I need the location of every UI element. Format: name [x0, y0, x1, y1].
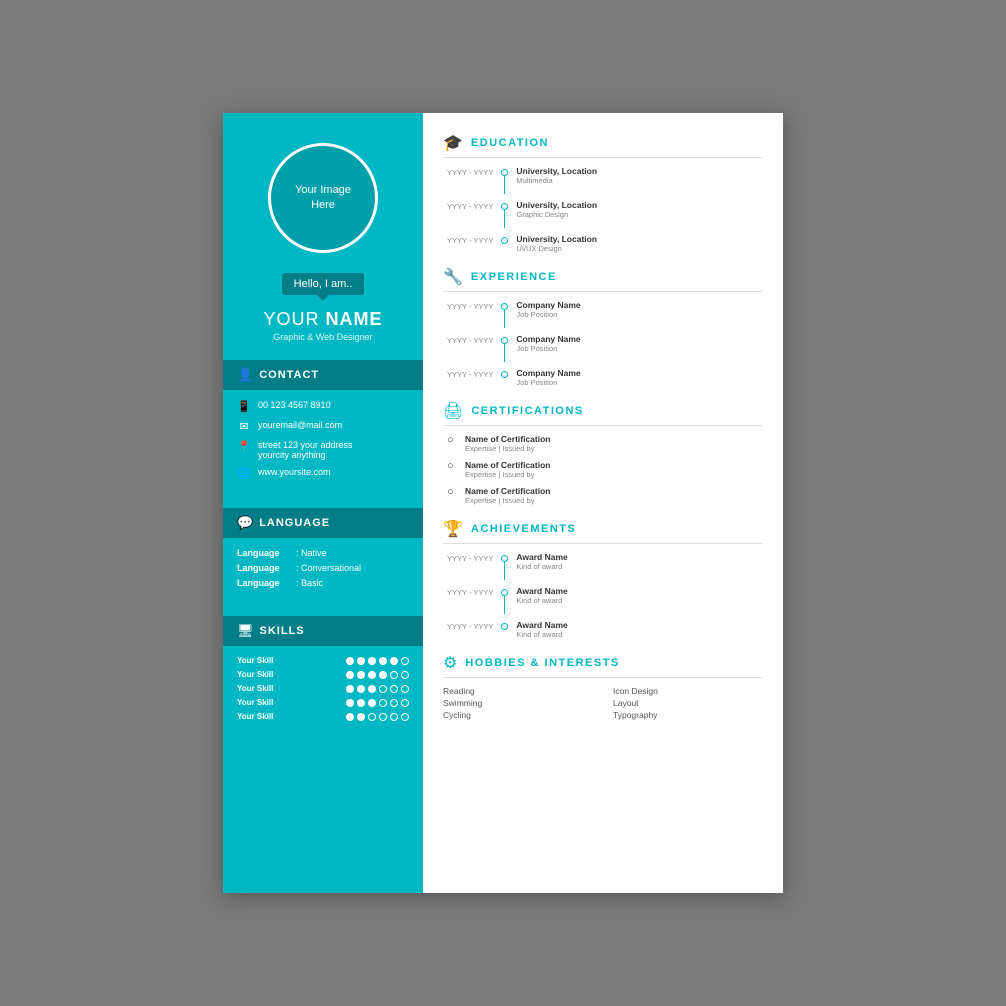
language-header: 💬 LANGUAGE — [223, 508, 423, 538]
name-first: YOUR — [263, 309, 325, 329]
skill-row-1: Your Skill — [237, 656, 409, 665]
hobbies-header: ⚙ HOBBIES & INTERESTS — [443, 653, 763, 673]
skills-items: Your Skill Your Skill Your Skill Your Sk… — [223, 646, 423, 731]
left-column: Your Image Here Hello, I am.. YOUR NAME … — [223, 113, 423, 893]
experience-icon: 🔧 — [443, 267, 463, 287]
skill-dots-3 — [346, 685, 409, 693]
skill-dots-5 — [346, 713, 409, 721]
ach-item-2: YYYY - YYYY Award Name Kind of award — [447, 586, 763, 614]
edu-item-2: YYYY - YYYY University, Location Graphic… — [447, 200, 763, 228]
skill-row-5: Your Skill — [237, 712, 409, 721]
hobbies-divider — [443, 677, 763, 678]
edu-item-1: YYYY - YYYY University, Location Multime… — [447, 166, 763, 194]
achievements-icon: 🏆 — [443, 519, 463, 539]
skill-row-2: Your Skill — [237, 670, 409, 679]
hobby-1: Reading — [443, 686, 593, 696]
achievements-section: 🏆 ACHIEVEMENTS YYYY - YYYY Award Name Ki… — [443, 519, 763, 639]
exp-item-1: YYYY - YYYY Company Name Job Position — [447, 300, 763, 328]
education-icon: 🎓 — [443, 133, 463, 153]
language-icon: 💬 — [237, 515, 253, 531]
location-icon: 📍 — [237, 440, 251, 453]
language-label: LANGUAGE — [259, 517, 330, 529]
contact-header: 👤 CONTACT — [223, 360, 423, 390]
ach-item-1: YYYY - YYYY Award Name Kind of award — [447, 552, 763, 580]
certifications-header: 🖨 CERTIFICATIONS — [443, 401, 763, 421]
certifications-title: CERTIFICATIONS — [471, 405, 583, 417]
contact-label: CONTACT — [259, 369, 319, 381]
experience-section: 🔧 EXPERIENCE YYYY - YYYY Company Name Jo… — [443, 267, 763, 387]
web-icon: 🌐 — [237, 467, 251, 480]
hobbies-items: Reading Icon Design Swimming Layout Cycl… — [443, 686, 763, 720]
resume: Your Image Here Hello, I am.. YOUR NAME … — [223, 113, 783, 893]
experience-header: 🔧 EXPERIENCE — [443, 267, 763, 287]
lang-item-2: Language : Conversational — [237, 563, 409, 573]
skill-row-3: Your Skill — [237, 684, 409, 693]
cert-item-1: ○ Name of Certification Expertise | Issu… — [447, 434, 763, 453]
contact-address: 📍 street 123 your addressyourcity anythi… — [237, 440, 409, 460]
contact-website: 🌐 www.yoursite.com — [237, 467, 409, 480]
hobbies-section: ⚙ HOBBIES & INTERESTS Reading Icon Desig… — [443, 653, 763, 720]
lang-item-1: Language : Native — [237, 548, 409, 558]
achievements-header: 🏆 ACHIEVEMENTS — [443, 519, 763, 539]
hobbies-icon: ⚙ — [443, 653, 457, 673]
name-display: YOUR NAME — [263, 309, 382, 330]
language-items: Language : Native Language : Conversatio… — [223, 538, 423, 598]
name-last: NAME — [326, 309, 383, 329]
name-area: YOUR NAME Graphic & Web Designer — [263, 309, 382, 342]
cert-item-3: ○ Name of Certification Expertise | Issu… — [447, 486, 763, 505]
experience-divider — [443, 291, 763, 292]
hobbies-title: HOBBIES & INTERESTS — [465, 657, 619, 669]
hobby-3: Cycling — [443, 710, 593, 720]
achievements-divider — [443, 543, 763, 544]
hello-bubble: Hello, I am.. — [282, 273, 365, 295]
certifications-divider — [443, 425, 763, 426]
ach-item-3: YYYY - YYYY Award Name Kind of award — [447, 620, 763, 639]
photo-text: Your Image Here — [295, 183, 351, 214]
education-divider — [443, 157, 763, 158]
contact-phone: 📱 00 123 4567 8910 — [237, 400, 409, 413]
cert-item-2: ○ Name of Certification Expertise | Issu… — [447, 460, 763, 479]
edu-item-3: YYYY - YYYY University, Location UI/UX D… — [447, 234, 763, 253]
cert-items: ○ Name of Certification Expertise | Issu… — [443, 434, 763, 505]
photo-area: Your Image Here — [268, 143, 378, 253]
skills-header: 🖥 SKILLS — [223, 616, 423, 646]
skills-label: SKILLS — [260, 625, 305, 637]
right-column: 🎓 EDUCATION YYYY - YYYY University, Loca… — [423, 113, 783, 893]
skill-dots-4 — [346, 699, 409, 707]
hobby-2: Swimming — [443, 698, 593, 708]
education-title: EDUCATION — [471, 137, 549, 149]
certifications-section: 🖨 CERTIFICATIONS ○ Name of Certification… — [443, 401, 763, 505]
hobby-6: Typography — [613, 710, 763, 720]
certifications-icon: 🖨 — [443, 401, 463, 421]
exp-item-2: YYYY - YYYY Company Name Job Position — [447, 334, 763, 362]
education-section: 🎓 EDUCATION YYYY - YYYY University, Loca… — [443, 133, 763, 253]
achievements-title: ACHIEVEMENTS — [471, 523, 576, 535]
achievements-items: YYYY - YYYY Award Name Kind of award YYY… — [443, 552, 763, 639]
email-icon: ✉ — [237, 420, 251, 433]
phone-icon: 📱 — [237, 400, 251, 413]
exp-item-3: YYYY - YYYY Company Name Job Position — [447, 368, 763, 387]
contact-items: 📱 00 123 4567 8910 ✉ youremail@mail.com … — [223, 390, 423, 490]
hobby-4: Icon Design — [613, 686, 763, 696]
education-header: 🎓 EDUCATION — [443, 133, 763, 153]
experience-items: YYYY - YYYY Company Name Job Position YY… — [443, 300, 763, 387]
hobby-5: Layout — [613, 698, 763, 708]
skill-row-4: Your Skill — [237, 698, 409, 707]
skills-icon: 🖥 — [237, 623, 254, 639]
contact-email: ✉ youremail@mail.com — [237, 420, 409, 433]
skill-dots-2 — [346, 671, 409, 679]
name-subtitle: Graphic & Web Designer — [263, 332, 382, 342]
skill-dots-1 — [346, 657, 409, 665]
education-items: YYYY - YYYY University, Location Multime… — [443, 166, 763, 253]
lang-item-3: Language : Basic — [237, 578, 409, 588]
experience-title: EXPERIENCE — [471, 271, 557, 283]
contact-icon: 👤 — [237, 367, 253, 383]
